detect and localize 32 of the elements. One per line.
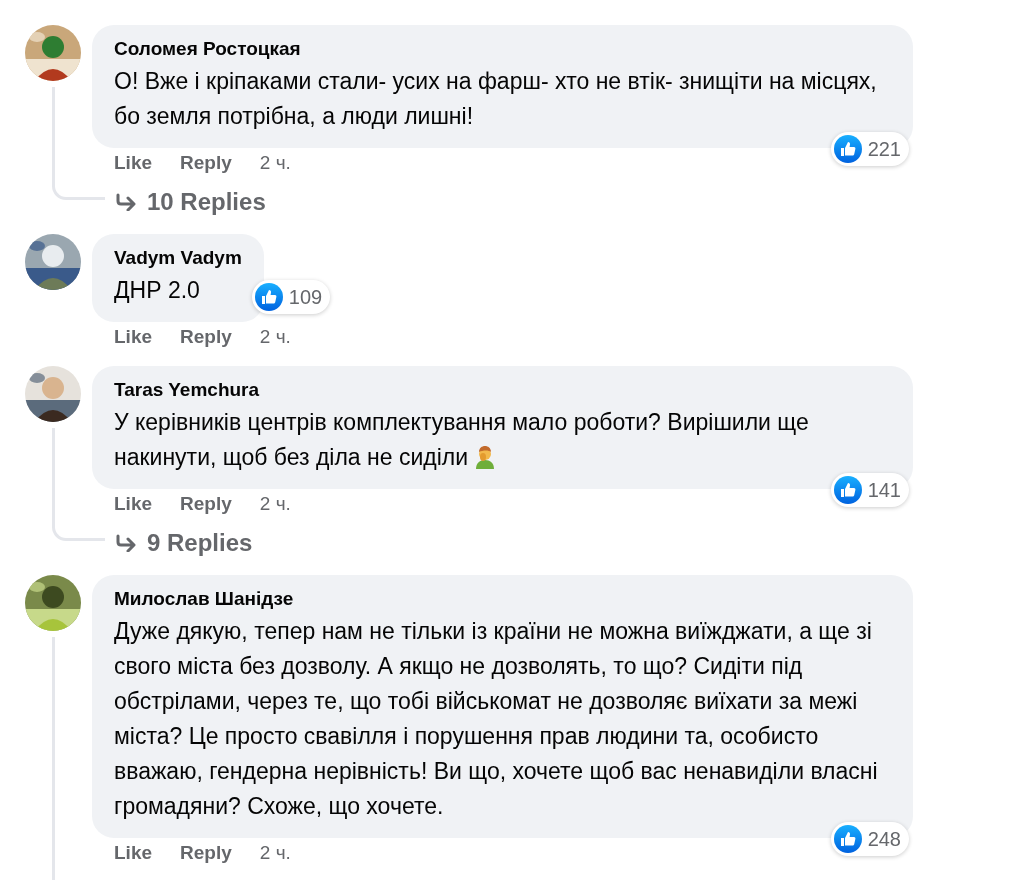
comment-author[interactable]: Taras Yemchura [114, 379, 891, 401]
comment-text: Дуже дякую, тепер нам не тільки із країни не можна виїжджати, а ще зі свого міста без дозволу. А якщо не дозволять, то що? Сидіти під обстрілами, через те, що тобі військомат не дозволяє виїхати за межі міста? Це просто свавілля і порушення прав людини та, особисто вважаю, гендерна нерівність! Ви що, хочете щоб вас ненавиділи власні громадяни? Схоже, що хочете. [114, 617, 879, 821]
thumbs-up-icon [833, 825, 862, 853]
reply-arrow-icon [115, 193, 137, 211]
like-link[interactable]: Like [114, 326, 153, 348]
comment-author[interactable]: Соломея Ростоцкая [114, 38, 891, 60]
comment-text: ДНР 2.0 [114, 276, 201, 305]
thumbs-up-icon [254, 283, 283, 311]
reply-link[interactable]: Reply [180, 326, 232, 348]
view-replies-link[interactable]: 10 Replies [115, 188, 266, 216]
reply-link[interactable]: Reply [180, 842, 232, 864]
comment-text: У керівників центрів комплектування мало роботи? Вирішили ще накинути, щоб без діла не сиділи [114, 408, 810, 472]
comment-time: 2 ч. [259, 493, 291, 515]
reaction-count[interactable]: 221 [830, 132, 909, 166]
thumbs-up-icon [833, 476, 862, 504]
thumbs-up-icon [833, 135, 862, 163]
reaction-count[interactable]: 141 [830, 473, 909, 507]
reply-link[interactable]: Reply [180, 493, 232, 515]
like-link[interactable]: Like [114, 493, 153, 515]
reply-arrow-icon [115, 534, 137, 552]
view-replies-link[interactable]: 9 Replies [115, 529, 253, 557]
reaction-count[interactable]: 109 [251, 280, 331, 314]
comment-text: О! Вже і кріпаками стали- усих на фарш- хто не втік- знищіти на місцях, бо земля потрібна, а люди лишні! [114, 67, 878, 131]
reaction-count[interactable]: 248 [830, 822, 909, 856]
like-link[interactable]: Like [114, 152, 153, 174]
comment-author[interactable]: Милослав Шанідзе [114, 588, 891, 610]
like-link[interactable]: Like [114, 842, 153, 864]
comment-time: 2 ч. [259, 842, 291, 864]
comment-author[interactable]: Vadym Vadym [114, 247, 242, 269]
reply-link[interactable]: Reply [180, 152, 232, 174]
comment-time: 2 ч. [259, 326, 291, 348]
comment-time: 2 ч. [259, 152, 291, 174]
